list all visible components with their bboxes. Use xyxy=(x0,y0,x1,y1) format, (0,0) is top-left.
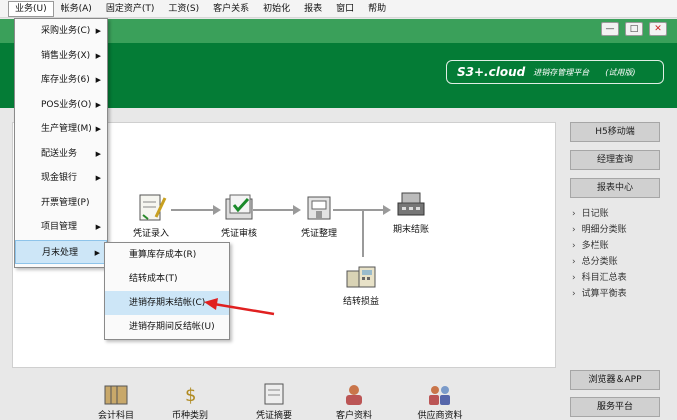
link-account-summary[interactable]: 科目汇总表 xyxy=(570,270,666,286)
h5-mobile-button[interactable]: H5移动端 xyxy=(570,122,660,142)
menu-help[interactable]: 帮助 xyxy=(361,0,393,18)
voucher-entry-node[interactable]: 凭证录入 xyxy=(121,193,181,239)
currency-icon: $ xyxy=(175,382,205,406)
submenu-arrow-icon: ▶ xyxy=(95,125,101,133)
menu-item-invoicing[interactable]: 开票管理(P) xyxy=(15,191,107,216)
shortcut-suppliers[interactable]: 供应商资料 xyxy=(412,382,468,420)
menu-item-invoicing-label: 开票管理(P) xyxy=(41,197,90,208)
menu-init[interactable]: 初始化 xyxy=(256,0,297,18)
annotation-arrow xyxy=(204,298,275,316)
link-general-ledger[interactable]: 总分类账 xyxy=(570,254,666,270)
submenu-arrow-icon: ▶ xyxy=(95,51,101,60)
menu-item-month-end-label: 月末处理 xyxy=(42,247,79,258)
submenu-arrow-icon: ▶ xyxy=(95,27,101,35)
shortcut-currency-label: 币种类别 xyxy=(171,411,208,420)
menu-item-purchasing[interactable]: 采购业务(C) ▶ xyxy=(15,19,107,44)
menu-item-sales-label: 销售业务(X) xyxy=(41,50,91,61)
shortcut-voucher-summary-label: 凭证摘要 xyxy=(255,411,292,420)
menu-item-inventory[interactable]: 库存业务(6) ▶ xyxy=(15,68,107,93)
submenu-recalc-cost[interactable]: 重算库存成本(R) xyxy=(105,243,229,267)
shortcut-voucher-summary[interactable]: 凭证摘要 xyxy=(248,382,300,420)
menu-reports[interactable]: 报表 xyxy=(297,0,329,18)
manager-query-button[interactable]: 经理查询 xyxy=(570,150,660,170)
period-close-node[interactable]: 期末结账 xyxy=(381,189,441,235)
submenu-arrow-icon: ▶ xyxy=(95,100,101,109)
period-close-icon xyxy=(394,189,428,219)
link-multi-column-ledger[interactable]: 多栏账 xyxy=(570,238,666,254)
menu-item-purchasing-label: 采购业务(C) xyxy=(41,26,91,36)
menu-item-production[interactable]: 生产管理(M) ▶ xyxy=(15,117,107,142)
shortcut-currency[interactable]: $ 币种类别 xyxy=(166,382,214,420)
menu-bar: 业务(U) 帐务(A) 固定资产(T) 工资(S) 客户关系 初始化 报表 窗口… xyxy=(0,0,677,18)
menu-item-pos[interactable]: POS业务(O) ▶ xyxy=(15,93,107,118)
menu-item-projects[interactable]: 项目管理 ▶ xyxy=(15,215,107,240)
brand-edition: (试用版) xyxy=(605,67,636,77)
voucher-entry-icon xyxy=(134,193,168,223)
link-subsidiary-ledger[interactable]: 明细分类账 xyxy=(570,222,666,238)
voucher-review-label: 凭证审核 xyxy=(220,229,257,239)
submenu-arrow-icon: ▶ xyxy=(95,149,101,158)
customer-icon xyxy=(339,382,369,406)
supplier-icon xyxy=(425,382,455,406)
voucher-review-icon xyxy=(222,193,256,223)
menu-item-distribution-label: 配送业务 xyxy=(41,148,78,159)
month-end-submenu: 重算库存成本(R) 结转成本(T) 进销存期末结帐(C) 进销存期间反结帐(U) xyxy=(104,242,230,340)
report-center-button[interactable]: 报表中心 xyxy=(570,178,660,198)
link-journal[interactable]: 日记账 xyxy=(570,206,666,222)
service-platform-button[interactable]: 服务平台 xyxy=(570,397,660,417)
link-trial-balance[interactable]: 试算平衡表 xyxy=(570,286,666,302)
svg-text:$: $ xyxy=(185,385,196,406)
submenu-arrow-icon: ▶ xyxy=(94,248,100,257)
restore-button[interactable]: □ xyxy=(625,22,643,36)
menu-window[interactable]: 窗口 xyxy=(329,0,361,18)
profit-transfer-icon xyxy=(344,261,378,291)
shortcut-accounts[interactable]: 会计科目 xyxy=(92,382,140,420)
profit-transfer-node[interactable]: 结转损益 xyxy=(331,261,391,307)
menu-item-cash-bank[interactable]: 现金银行 ▶ xyxy=(15,166,107,191)
browser-app-button[interactable]: 浏览器＆APP xyxy=(570,370,660,390)
report-links: 日记账 明细分类账 多栏账 总分类账 科目汇总表 试算平衡表 xyxy=(570,206,666,302)
submenu-arrow-icon: ▶ xyxy=(95,76,101,84)
menu-business[interactable]: 业务(U) xyxy=(8,0,54,17)
menu-item-sales[interactable]: 销售业务(X) ▶ xyxy=(15,44,107,69)
ledger-icon xyxy=(101,382,131,406)
brand-subtitle: 进销存管理平台 xyxy=(533,67,590,77)
profit-transfer-label: 结转损益 xyxy=(342,297,379,307)
menu-item-production-label: 生产管理(M) xyxy=(41,124,92,134)
voucher-review-node[interactable]: 凭证审核 xyxy=(209,193,269,239)
brand-logo: S3+.cloud xyxy=(457,65,526,79)
menu-crm[interactable]: 客户关系 xyxy=(206,0,256,18)
menu-payroll[interactable]: 工资(S) xyxy=(161,0,206,18)
menu-accounts[interactable]: 帐务(A) xyxy=(54,0,99,18)
voucher-arrange-icon xyxy=(302,193,336,223)
menu-item-pos-label: POS业务(O) xyxy=(41,99,92,110)
brand-badge: S3+.cloud 进销存管理平台 (试用版) xyxy=(446,60,664,84)
close-button[interactable]: ✕ xyxy=(649,22,667,36)
window-controls: — □ ✕ xyxy=(601,22,667,36)
submenu-arrow-icon: ▶ xyxy=(95,223,101,231)
voucher-entry-label: 凭证录入 xyxy=(132,229,169,239)
menu-fixed-assets[interactable]: 固定资产(T) xyxy=(99,0,162,18)
minimize-button[interactable]: — xyxy=(601,22,619,36)
right-panel: H5移动端 经理查询 报表中心 日记账 明细分类账 多栏账 总分类账 科目汇总表… xyxy=(570,122,666,302)
period-close-label: 期末结账 xyxy=(392,225,429,235)
shortcut-suppliers-label: 供应商资料 xyxy=(417,411,463,420)
menu-item-distribution[interactable]: 配送业务 ▶ xyxy=(15,142,107,167)
menu-item-projects-label: 项目管理 xyxy=(41,222,78,232)
voucher-arrange-label: 凭证整理 xyxy=(300,229,337,239)
shortcut-accounts-label: 会计科目 xyxy=(97,411,134,420)
shortcut-customers[interactable]: 客户资料 xyxy=(330,382,378,420)
voucher-arrange-node[interactable]: 凭证整理 xyxy=(289,193,349,239)
business-dropdown-menu: 采购业务(C) ▶ 销售业务(X) ▶ 库存业务(6) ▶ POS业务(O) ▶ 生产管… xyxy=(14,18,108,268)
submenu-carry-cost[interactable]: 结转成本(T) xyxy=(105,267,229,291)
submenu-arrow-icon: ▶ xyxy=(95,174,101,182)
menu-item-inventory-label: 库存业务(6) xyxy=(41,75,90,85)
voucher-summary-icon xyxy=(259,382,289,406)
bottom-shortcuts: 会计科目 $ 币种类别 凭证摘要 客户资料 供应商资料 xyxy=(0,378,560,420)
menu-item-month-end[interactable]: 月末处理 ▶ xyxy=(15,239,107,264)
menu-item-cash-bank-label: 现金银行 xyxy=(41,173,78,183)
shortcut-customers-label: 客户资料 xyxy=(335,411,372,420)
